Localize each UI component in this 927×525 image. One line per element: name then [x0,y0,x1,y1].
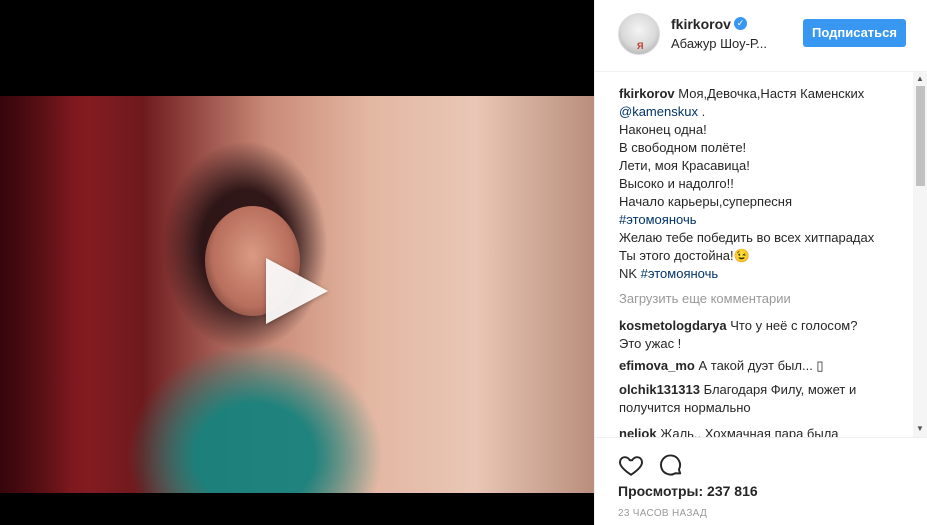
post-footer: Просмотры: 237 816 23 ЧАСОВ НАЗАД [595,437,927,525]
caption-line: Ты этого достойна!😉 [619,248,750,263]
views-number: 237 816 [703,483,758,499]
comment-text: Что у неё с голосом? [726,318,858,333]
comment-text: Жаль.. Хохмачная пара была [656,426,839,437]
hashtag-link[interactable]: #этомояночь [641,266,719,281]
comment-text: Это ужас ! [619,336,682,351]
mention-suffix: . [697,104,706,119]
views-count: Просмотры: 237 816 [618,483,758,499]
play-icon[interactable] [266,258,328,324]
post-header: Я fkirkorov ✓ Абажур Шоу-Р... Подписатьс… [595,0,927,72]
comment-username[interactable]: neliok [619,426,657,437]
mention-link[interactable]: @kamenskux [619,104,698,119]
caption-line: В свободном полёте! [619,140,747,155]
comment-text: Благодаря Филу, может и [699,382,857,397]
caption-line: Начало карьеры,суперпесня [619,194,793,209]
scroll-down-arrow-icon[interactable]: ▼ [916,424,924,433]
caption-line: Лети, моя Красавица! [619,158,750,173]
scroll-thumb[interactable] [916,86,925,186]
caption-text: Моя,Девочка,Настя Каменских [674,86,865,101]
comment-icon[interactable] [658,452,684,478]
hashtag-link[interactable]: #этомояночь [619,212,697,227]
avatar-mark: Я [637,41,644,51]
comment-username[interactable]: kosmetologdarya [619,318,727,333]
nk-prefix: NK [619,266,641,281]
comment-text: А такой дуэт был... ▯ [694,358,824,373]
video-player[interactable] [0,0,594,525]
verified-badge-icon: ✓ [734,17,747,30]
load-more-comments-link[interactable]: Загрузить еще комментарии [619,291,791,306]
post-sidebar: Я fkirkorov ✓ Абажур Шоу-Р... Подписатьс… [594,0,927,525]
caption-line: Желаю тебе победить во всех хитпарадах [619,230,875,245]
comments-list[interactable]: fkirkorov Моя,Девочка,Настя Каменских @k… [595,72,913,437]
caption-username[interactable]: fkirkorov [619,86,675,101]
avatar[interactable]: Я [618,13,660,55]
video-shadow [0,96,90,493]
comment-username[interactable]: efimova_mo [619,358,695,373]
post-timestamp[interactable]: 23 ЧАСОВ НАЗАД [618,508,707,519]
comment-item: olchik131313 Благодаря Филу, может и пол… [619,381,903,417]
comments-scrollbar[interactable]: ▲ ▼ [913,72,927,437]
location-link[interactable]: Абажур Шоу-Р... [671,36,767,51]
follow-button[interactable]: Подписаться [803,19,906,47]
caption-line: Наконец одна! [619,122,707,137]
comment-username[interactable]: olchik131313 [619,382,700,397]
comment-item: kosmetologdarya Что у неё с голосом? Это… [619,317,903,353]
comment-item: neliok Жаль.. Хохмачная пара была [619,425,903,437]
comment-item: efimova_mo А такой дуэт был... ▯ [619,357,903,375]
heart-icon[interactable] [618,452,644,478]
comment-text: получится нормально [619,400,751,415]
caption-line: Высоко и надолго!! [619,176,734,191]
caption: fkirkorov Моя,Девочка,Настя Каменских @k… [619,85,909,283]
views-label: Просмотры: [618,483,704,499]
header-username[interactable]: fkirkorov [671,16,731,32]
scroll-up-arrow-icon[interactable]: ▲ [916,74,924,83]
